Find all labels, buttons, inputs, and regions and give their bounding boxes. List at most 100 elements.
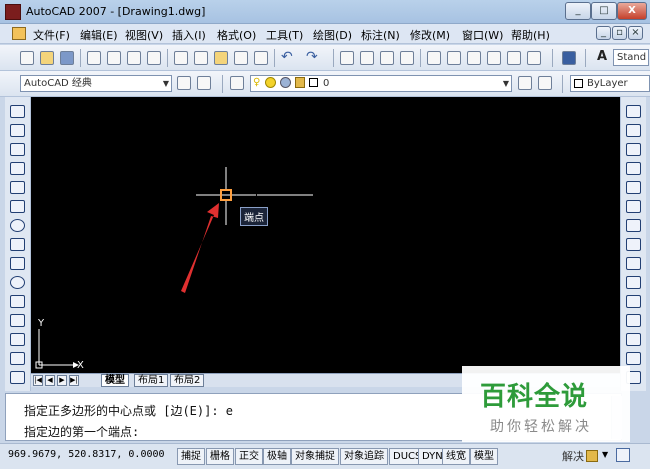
workspace-settings-icon[interactable]: [177, 76, 191, 90]
markup-icon[interactable]: [507, 51, 521, 65]
point-icon[interactable]: [10, 352, 25, 365]
array-icon[interactable]: [626, 181, 641, 194]
layer-select[interactable]: ♀ 0 ▼: [250, 75, 512, 92]
polyline-icon[interactable]: [10, 143, 25, 156]
tab-layout2[interactable]: 布局2: [170, 374, 205, 387]
text-style-icon[interactable]: A: [597, 49, 607, 64]
revision-cloud-icon[interactable]: [10, 238, 25, 251]
join-icon[interactable]: [626, 333, 641, 346]
ortho-toggle[interactable]: 正交: [235, 448, 263, 465]
text-style-select[interactable]: Stand: [613, 49, 649, 66]
drawing-canvas[interactable]: Y X 端点: [31, 97, 620, 373]
print-preview-icon[interactable]: [107, 51, 121, 65]
menu-draw[interactable]: 绘图(D): [313, 27, 352, 43]
redo-icon[interactable]: ↷: [306, 49, 318, 65]
doc-restore-button[interactable]: ▫: [612, 26, 627, 40]
menu-window[interactable]: 窗口(W): [462, 27, 503, 43]
save-icon[interactable]: [60, 51, 74, 65]
pan-icon[interactable]: [340, 51, 354, 65]
menu-format[interactable]: 格式(O): [217, 27, 256, 43]
maximize-button[interactable]: □: [591, 2, 617, 20]
menu-edit[interactable]: 编辑(E): [80, 27, 118, 43]
next-tab-button[interactable]: ▶: [57, 375, 67, 386]
document-icon[interactable]: [12, 27, 26, 40]
plot-icon[interactable]: [147, 51, 161, 65]
sheet-set-icon[interactable]: [487, 51, 501, 65]
ellipse-icon[interactable]: [10, 276, 25, 289]
polar-toggle[interactable]: 极轴: [263, 448, 291, 465]
chamfer-icon[interactable]: [626, 352, 641, 365]
linetype-select[interactable]: ByLayer: [570, 75, 650, 92]
zoom-window-icon[interactable]: [380, 51, 394, 65]
arc-icon[interactable]: [10, 200, 25, 213]
doc-minimize-button[interactable]: _: [596, 26, 611, 40]
rectangle-icon[interactable]: [10, 181, 25, 194]
clean-screen-icon[interactable]: [616, 448, 630, 462]
workspace-save-icon[interactable]: [197, 76, 211, 90]
design-center-icon[interactable]: [447, 51, 461, 65]
doc-close-button[interactable]: ×: [628, 26, 643, 40]
spline-icon[interactable]: [10, 257, 25, 270]
lineweight-toggle[interactable]: 线宽: [442, 448, 470, 465]
hatch-icon[interactable]: [10, 371, 25, 384]
copy-object-icon[interactable]: [626, 124, 641, 137]
otrack-toggle[interactable]: 对象追踪: [340, 448, 388, 465]
cut-icon[interactable]: [174, 51, 188, 65]
match-properties-icon[interactable]: [234, 51, 248, 65]
make-current-layer-icon[interactable]: [518, 76, 532, 90]
break-icon[interactable]: [626, 314, 641, 327]
new-icon[interactable]: [20, 51, 34, 65]
layer-manager-icon[interactable]: [230, 76, 244, 90]
coordinate-readout[interactable]: 969.9679, 520.8317, 0.0000: [8, 449, 165, 460]
osnap-toggle[interactable]: 对象捕捉: [291, 448, 339, 465]
help-icon[interactable]: [562, 51, 576, 65]
block-editor-icon[interactable]: [254, 51, 268, 65]
workspace-select[interactable]: AutoCAD 经典 ▼: [20, 75, 172, 92]
erase-icon[interactable]: [626, 105, 641, 118]
last-tab-button[interactable]: ▶|: [69, 375, 79, 386]
menu-insert[interactable]: 插入(I): [172, 27, 206, 43]
properties-icon[interactable]: [427, 51, 441, 65]
snap-toggle[interactable]: 捕捉: [177, 448, 205, 465]
lock-icon[interactable]: [586, 450, 598, 462]
offset-icon[interactable]: [626, 162, 641, 175]
menu-tools[interactable]: 工具(T): [266, 27, 303, 43]
paste-icon[interactable]: [214, 51, 228, 65]
print-icon[interactable]: [87, 51, 101, 65]
calculator-icon[interactable]: [527, 51, 541, 65]
model-toggle[interactable]: 模型: [470, 448, 498, 465]
prev-tab-button[interactable]: ◀: [45, 375, 55, 386]
menu-dimension[interactable]: 标注(N): [361, 27, 400, 43]
menu-help[interactable]: 帮助(H): [511, 27, 550, 43]
menu-modify[interactable]: 修改(M): [410, 27, 450, 43]
insert-block-icon[interactable]: [10, 314, 25, 327]
line-icon[interactable]: [10, 105, 25, 118]
tool-palettes-icon[interactable]: [467, 51, 481, 65]
move-icon[interactable]: [626, 200, 641, 213]
open-icon[interactable]: [40, 51, 54, 65]
circle-icon[interactable]: [10, 219, 25, 232]
first-tab-button[interactable]: |◀: [33, 375, 43, 386]
undo-icon[interactable]: ↶: [281, 49, 293, 65]
menu-view[interactable]: 视图(V): [125, 27, 163, 43]
minimize-button[interactable]: _: [565, 2, 591, 20]
extend-icon[interactable]: [626, 295, 641, 308]
close-button[interactable]: X: [617, 2, 647, 20]
tab-model[interactable]: 模型: [101, 374, 129, 387]
stretch-icon[interactable]: [626, 257, 641, 270]
layer-previous-icon[interactable]: [538, 76, 552, 90]
menu-file[interactable]: 文件(F): [33, 27, 70, 43]
chevron-down-icon[interactable]: ▼: [602, 450, 608, 459]
polygon-icon[interactable]: [10, 162, 25, 175]
zoom-previous-icon[interactable]: [400, 51, 414, 65]
command-prompt-line[interactable]: 指定边的第一个端点:: [24, 423, 139, 440]
tab-layout1[interactable]: 布局1: [134, 374, 169, 387]
construction-line-icon[interactable]: [10, 124, 25, 137]
zoom-realtime-icon[interactable]: [360, 51, 374, 65]
copy-icon[interactable]: [194, 51, 208, 65]
make-block-icon[interactable]: [10, 333, 25, 346]
ellipse-arc-icon[interactable]: [10, 295, 25, 308]
trim-icon[interactable]: [626, 276, 641, 289]
rotate-icon[interactable]: [626, 219, 641, 232]
grid-toggle[interactable]: 栅格: [206, 448, 234, 465]
